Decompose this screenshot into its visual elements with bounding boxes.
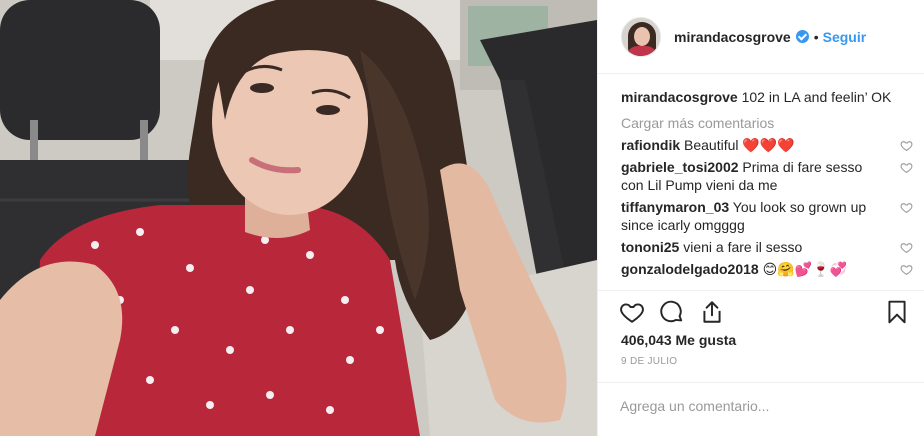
comment-item: gabriele_tosi2002 Prima di fare sesso co… xyxy=(621,158,913,194)
post-photo[interactable] xyxy=(0,0,597,436)
comment-bubble-icon[interactable] xyxy=(659,299,685,325)
comment-text: 😊🤗💕🍷💞 xyxy=(762,261,847,277)
separator-dot: • xyxy=(813,28,819,45)
comment-item: tiffanymaron_03 You look so grown up sin… xyxy=(621,198,913,234)
add-comment-area xyxy=(598,382,924,436)
comment-username[interactable]: gabriele_tosi2002 xyxy=(621,159,739,175)
bookmark-icon[interactable] xyxy=(884,299,910,325)
heart-icon[interactable] xyxy=(619,299,645,325)
selfie-image xyxy=(0,0,597,436)
comment-like-heart-icon[interactable] xyxy=(900,263,913,276)
post-header: mirandacosgrove • Seguir xyxy=(598,0,924,74)
caption: mirandacosgrove 102 in LA and feelin’ OK xyxy=(621,88,913,106)
header-username[interactable]: mirandacosgrove xyxy=(674,29,791,45)
comment-item: tononi25 vieni a fare il sesso xyxy=(621,238,913,256)
comment-item: gonzalodelgado2018 😊🤗💕🍷💞 xyxy=(621,260,913,278)
caption-username[interactable]: mirandacosgrove xyxy=(621,89,738,105)
comment-username[interactable]: gonzalodelgado2018 xyxy=(621,261,759,277)
caption-text: 102 in LA and feelin’ OK xyxy=(741,89,892,105)
load-more-comments-button[interactable]: Cargar más comentarios xyxy=(621,114,913,132)
post-side-panel: mirandacosgrove • Seguir mirandacosgrove… xyxy=(597,0,924,436)
comment-like-heart-icon[interactable] xyxy=(900,161,913,174)
comment-like-heart-icon[interactable] xyxy=(900,241,913,254)
comment-item: rafiondik Beautiful ❤️❤️❤️ xyxy=(621,136,913,154)
comment-like-heart-icon[interactable] xyxy=(900,139,913,152)
likes-count[interactable]: 406,043 Me gusta xyxy=(621,331,736,349)
comment-username[interactable]: rafiondik xyxy=(621,137,680,153)
avatar[interactable] xyxy=(621,16,661,57)
comment-text: vieni a fare il sesso xyxy=(683,239,803,255)
comment-username[interactable]: tiffanymaron_03 xyxy=(621,199,729,215)
action-bar xyxy=(598,290,924,330)
post-date[interactable]: 9 DE JULIO xyxy=(621,356,677,367)
comment-text: Beautiful ❤️❤️❤️ xyxy=(684,137,795,153)
comments-list[interactable]: mirandacosgrove 102 in LA and feelin’ OK… xyxy=(621,74,913,290)
follow-button[interactable]: Seguir xyxy=(823,29,867,45)
comment-like-heart-icon[interactable] xyxy=(900,201,913,214)
share-icon[interactable] xyxy=(699,299,725,325)
comment-username[interactable]: tononi25 xyxy=(621,239,679,255)
verified-badge-icon xyxy=(795,30,809,43)
comment-input[interactable] xyxy=(620,395,900,417)
